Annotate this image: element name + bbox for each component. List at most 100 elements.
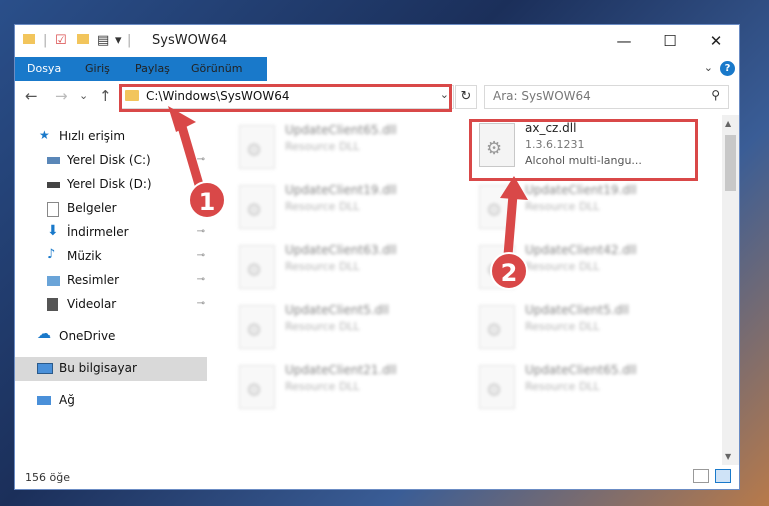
pin-icon[interactable]: ⊸ xyxy=(197,154,205,165)
new-folder-icon[interactable] xyxy=(77,33,89,48)
sidebar-item-documents[interactable]: Belgeler ⊸ xyxy=(15,197,207,221)
file-item[interactable]: ⚙ UpdateClient63.dll Resource DLL xyxy=(231,241,459,295)
file-highlight-box xyxy=(469,119,698,181)
help-icon[interactable]: ? xyxy=(720,61,735,76)
maximize-button[interactable]: ☐ xyxy=(647,25,693,57)
properties-icon[interactable]: ☑ xyxy=(55,33,67,48)
scroll-up-icon[interactable]: ▲ xyxy=(725,119,731,128)
annotation-marker-1: 1 xyxy=(188,181,226,219)
tab-share[interactable]: Paylaş xyxy=(123,57,182,81)
computer-icon xyxy=(37,363,53,374)
file-item[interactable]: ⚙ UpdateClient19.dll Resource DLL xyxy=(231,181,459,235)
star-icon: ★ xyxy=(39,128,50,142)
pin-icon[interactable]: ⊸ xyxy=(197,250,205,261)
pin-icon[interactable]: ⊸ xyxy=(197,226,205,237)
file-type: Resource DLL xyxy=(525,380,600,393)
file-name: UpdateClient21.dll xyxy=(285,363,397,377)
refresh-button[interactable]: ↻ xyxy=(455,85,477,109)
file-type: Resource DLL xyxy=(285,200,360,213)
back-button[interactable]: ← xyxy=(25,87,38,105)
expand-ribbon-icon[interactable]: ⌄ xyxy=(704,61,713,74)
up-button[interactable]: ↑ xyxy=(99,87,112,105)
sidebar-item-pictures[interactable]: Resimler ⊸ xyxy=(15,269,207,293)
sidebar-item-this-pc[interactable]: Bu bilgisayar xyxy=(15,357,207,381)
separator: | xyxy=(127,33,132,48)
sidebar-item-quick-access[interactable]: ★ Hızlı erişim xyxy=(15,125,207,149)
file-name: UpdateClient5.dll xyxy=(525,303,629,317)
dll-file-icon: ⚙ xyxy=(479,185,515,229)
close-button[interactable]: ✕ xyxy=(693,25,739,57)
minimize-button[interactable]: — xyxy=(601,25,647,57)
file-item[interactable]: ⚙ UpdateClient19.dll Resource DLL xyxy=(471,181,699,235)
file-type: Resource DLL xyxy=(525,200,600,213)
sidebar-item-label: Hızlı erişim xyxy=(59,129,126,143)
tab-view[interactable]: Görünüm xyxy=(179,57,254,81)
rename-icon[interactable]: ▤ xyxy=(97,33,109,48)
dll-file-icon: ⚙ xyxy=(479,365,515,409)
sidebar-item-music[interactable]: ♪ Müzik ⊸ xyxy=(15,245,207,269)
sidebar-item-label: Müzik xyxy=(67,249,102,263)
file-name: UpdateClient42.dll xyxy=(525,243,637,257)
video-icon xyxy=(47,298,58,311)
sidebar-item-local-disk-d[interactable]: Yerel Disk (D:) ⊸ xyxy=(15,173,207,197)
file-name: UpdateClient65.dll xyxy=(285,123,397,137)
dll-file-icon: ⚙ xyxy=(239,245,275,289)
file-type: Resource DLL xyxy=(285,380,360,393)
sidebar-item-label: Belgeler xyxy=(67,201,117,215)
drive-icon xyxy=(47,157,60,164)
navigation-pane: ★ Hızlı erişim Yerel Disk (C:) ⊸ Yerel D… xyxy=(15,115,207,465)
sidebar-item-videos[interactable]: Videolar ⊸ xyxy=(15,293,207,317)
file-type: Resource DLL xyxy=(285,320,360,333)
item-count: 156 öğe xyxy=(25,471,70,484)
file-explorer-window: | ☑ ▤ ▾ | SysWOW64 — ☐ ✕ Dosya Giriş Pay… xyxy=(14,24,740,490)
file-item[interactable]: ⚙ UpdateClient5.dll Resource DLL xyxy=(471,301,699,355)
file-item[interactable]: ⚙ UpdateClient65.dll Resource DLL xyxy=(231,121,459,175)
quick-access-dropdown[interactable]: ▾ xyxy=(115,33,122,48)
title-bar: | ☑ ▤ ▾ | SysWOW64 — ☐ ✕ xyxy=(15,25,739,57)
status-bar: 156 öğe xyxy=(15,465,739,489)
file-name: UpdateClient63.dll xyxy=(285,243,397,257)
file-item[interactable]: ⚙ UpdateClient65.dll Resource DLL xyxy=(471,361,699,415)
file-name: UpdateClient19.dll xyxy=(525,183,637,197)
recent-locations-button[interactable]: ⌄ xyxy=(79,89,88,102)
details-view-icon[interactable] xyxy=(693,469,709,483)
scroll-down-icon[interactable]: ▼ xyxy=(725,452,731,461)
dll-file-icon: ⚙ xyxy=(239,365,275,409)
file-name: UpdateClient65.dll xyxy=(525,363,637,377)
music-icon: ♪ xyxy=(47,247,56,262)
window-title: SysWOW64 xyxy=(152,33,228,48)
drive-icon xyxy=(47,182,60,188)
pictures-icon xyxy=(47,276,60,286)
sidebar-item-label: Resimler xyxy=(67,273,120,287)
sidebar-item-label: Yerel Disk (C:) xyxy=(67,153,151,167)
scroll-thumb[interactable] xyxy=(725,135,736,191)
folder-icon xyxy=(23,33,35,48)
ribbon-tabs: Dosya Giriş Paylaş Görünüm ⌄ ? xyxy=(15,57,739,111)
large-icons-view-icon[interactable] xyxy=(715,469,731,483)
sidebar-item-onedrive[interactable]: ☁ OneDrive xyxy=(15,325,207,349)
tab-home[interactable]: Giriş xyxy=(73,57,122,81)
vertical-scrollbar[interactable]: ▲ ▼ xyxy=(722,115,739,465)
forward-button[interactable]: → xyxy=(55,87,68,105)
cloud-icon: ☁ xyxy=(37,326,51,342)
annotation-marker-2: 2 xyxy=(490,252,528,290)
search-input[interactable]: Ara: SysWOW64 xyxy=(493,89,591,103)
sidebar-item-network[interactable]: Ağ xyxy=(15,389,207,413)
file-type: Resource DLL xyxy=(285,140,360,153)
pin-icon[interactable]: ⊸ xyxy=(197,274,205,285)
search-icon[interactable]: ⚲ xyxy=(711,88,720,102)
pin-icon[interactable]: ⊸ xyxy=(197,298,205,309)
file-item[interactable]: ⚙ UpdateClient21.dll Resource DLL xyxy=(231,361,459,415)
address-highlight-box xyxy=(119,84,452,112)
sidebar-item-label: Yerel Disk (D:) xyxy=(67,177,152,191)
dll-file-icon: ⚙ xyxy=(239,125,275,169)
sidebar-item-label: Ağ xyxy=(59,393,75,407)
file-type: Resource DLL xyxy=(525,320,600,333)
sidebar-item-downloads[interactable]: ⬇ İndirmeler ⊸ xyxy=(15,221,207,245)
file-type: Resource DLL xyxy=(525,260,600,273)
file-item[interactable]: ⚙ UpdateClient5.dll Resource DLL xyxy=(231,301,459,355)
sidebar-item-local-disk-c[interactable]: Yerel Disk (C:) ⊸ xyxy=(15,149,207,173)
sidebar-item-label: OneDrive xyxy=(59,329,116,343)
search-box[interactable]: Ara: SysWOW64 ⚲ xyxy=(484,85,729,109)
network-icon xyxy=(37,396,51,405)
